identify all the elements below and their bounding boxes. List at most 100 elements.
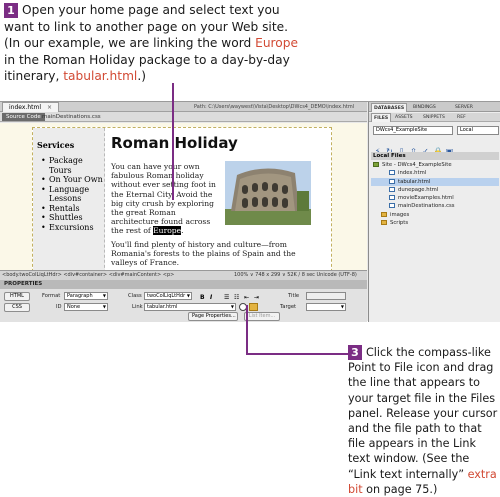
format-label: Format bbox=[42, 293, 61, 299]
file-name: Site - DWcs4_ExampleSite bbox=[382, 162, 452, 168]
file-name: tabular.html bbox=[398, 178, 431, 185]
tab-snippets[interactable]: SNIPPETS bbox=[421, 113, 447, 122]
title-input[interactable] bbox=[306, 292, 346, 300]
callout-highlight-file: tabular.html bbox=[63, 69, 138, 83]
tab-index-html[interactable]: index.html × bbox=[2, 102, 60, 112]
callout-3-connector bbox=[246, 305, 248, 355]
list-item-label: List Item... bbox=[248, 313, 276, 319]
files-tab-group: FILES ASSETS SNIPPETS REF bbox=[369, 113, 500, 122]
browse-folder-icon[interactable] bbox=[249, 303, 258, 311]
callout-step-3: 3 Click the compass-like Point to File ic… bbox=[348, 345, 500, 497]
callout-1-connector bbox=[172, 83, 174, 200]
html-label: HTML bbox=[10, 293, 24, 299]
class-label: Class bbox=[128, 293, 142, 299]
file-tree-item[interactable]: mainDestinations.css bbox=[371, 202, 499, 210]
list-item: Language Lessons bbox=[41, 185, 103, 204]
intro-paragraph[interactable]: You can have your own fabulous Roman hol… bbox=[111, 162, 221, 236]
document-path: Path: C:\Users\waywest\Vista\Desktop\DWc… bbox=[194, 103, 354, 111]
file-icon bbox=[389, 178, 395, 184]
file-tree-item[interactable]: images bbox=[371, 211, 499, 219]
file-icon bbox=[389, 203, 395, 209]
tag-selector[interactable]: <body.twoColLiqLtHdr> <div#container> <d… bbox=[2, 271, 174, 280]
ordered-list-icon[interactable]: ☷ bbox=[234, 294, 239, 301]
css-label: CSS bbox=[12, 304, 22, 310]
status-bar: <body.twoColLiqLtHdr> <div#container> <d… bbox=[0, 270, 367, 280]
file-tree-item[interactable]: Site - DWcs4_ExampleSite bbox=[371, 161, 499, 169]
file-tree-item[interactable]: movieExamples.html bbox=[371, 194, 499, 202]
file-tree-item[interactable]: tabular.html bbox=[371, 177, 499, 186]
callout-text: on page 75.) bbox=[362, 482, 438, 496]
properties-header[interactable]: PROPERTIES bbox=[0, 280, 367, 289]
bold-button[interactable]: B bbox=[200, 294, 205, 301]
status-info: 100% ∨ 748 x 299 ∨ 52K / 8 sec Unicode (… bbox=[234, 272, 357, 278]
colosseum-photo bbox=[225, 161, 311, 225]
tab-assets[interactable]: ASSETS bbox=[393, 113, 415, 122]
file-icon bbox=[389, 186, 395, 192]
callout-text: Click the compass-like Point to File ico… bbox=[348, 346, 498, 481]
callout-step-1: 1 Open your home page and select text you… bbox=[4, 2, 304, 85]
callout-text: Open your home page and select text you … bbox=[4, 3, 288, 50]
page-properties-label: Page Properties... bbox=[192, 313, 236, 319]
tab-bindings[interactable]: BINDINGS bbox=[411, 103, 438, 112]
file-name: dunepage.html bbox=[398, 186, 439, 193]
design-view[interactable]: Services Package Tours On Your Own Langu… bbox=[0, 123, 367, 270]
italic-button[interactable]: I bbox=[210, 294, 212, 301]
file-tree-item[interactable]: Scripts bbox=[371, 219, 499, 227]
page-properties-button[interactable]: Page Properties... bbox=[188, 312, 238, 321]
file-tree-item[interactable]: index.html bbox=[371, 169, 499, 177]
selected-text[interactable]: Europe bbox=[153, 226, 182, 236]
close-icon[interactable]: × bbox=[47, 104, 52, 111]
callout-text: .) bbox=[137, 69, 146, 83]
format-value: Paragraph bbox=[67, 293, 93, 299]
link-value: tabular.html bbox=[147, 304, 178, 310]
second-paragraph: You'll find plenty of history and cultur… bbox=[111, 240, 296, 268]
step-number-badge: 1 bbox=[4, 3, 18, 18]
link-input[interactable]: tabular.html ▼ bbox=[144, 303, 236, 311]
callout-3-connector-h bbox=[246, 353, 350, 355]
class-value: twoColLiqLtHdr bbox=[147, 293, 186, 299]
callout-highlight-word: Europe bbox=[255, 36, 298, 50]
view-select[interactable]: Local bbox=[457, 126, 499, 135]
tab-server[interactable]: SERVER bbox=[453, 103, 475, 112]
site-value: DWcs4_ExampleSite bbox=[376, 127, 428, 133]
source-code-button[interactable]: Source Code bbox=[2, 113, 45, 121]
target-select[interactable]: ▼ bbox=[306, 303, 346, 311]
tab-label: index.html bbox=[9, 104, 41, 111]
page-title: Roman Holiday bbox=[111, 134, 238, 152]
indent-icon[interactable]: ⇥ bbox=[254, 294, 259, 301]
chevron-down-icon: ▼ bbox=[340, 304, 344, 309]
document-editor: index.html × Path: C:\Users\waywest\Vista… bbox=[0, 102, 367, 280]
file-tree-item[interactable]: dunepage.html bbox=[371, 186, 499, 194]
view-value: Local bbox=[460, 127, 473, 133]
outdent-icon[interactable]: ⇤ bbox=[244, 294, 249, 301]
link-label: Link bbox=[132, 304, 143, 310]
panel-tab-group: DATABASES BINDINGS SERVER bbox=[369, 102, 500, 112]
files-panel: DATABASES BINDINGS SERVER FILES ASSETS S… bbox=[368, 102, 500, 322]
site-icon bbox=[373, 162, 379, 167]
class-select[interactable]: twoColLiqLtHdr ▼ bbox=[144, 292, 192, 300]
title-label: Title bbox=[288, 293, 300, 299]
photo-image bbox=[225, 161, 311, 225]
folder-icon bbox=[381, 211, 387, 217]
list-item: Package Tours bbox=[41, 156, 103, 175]
list-item: Shuttles bbox=[41, 213, 103, 223]
css-button[interactable]: CSS bbox=[4, 303, 30, 312]
paragraph-text: You can have your own fabulous Roman hol… bbox=[111, 162, 216, 236]
path-value: C:\Users\waywest\Vista\Desktop\DWcs4_DEM… bbox=[208, 104, 355, 110]
chevron-down-icon: ▼ bbox=[230, 304, 234, 309]
list-item-button[interactable]: List Item... bbox=[244, 312, 280, 321]
unordered-list-icon[interactable]: ☰ bbox=[224, 294, 229, 301]
tab-files[interactable]: FILES bbox=[371, 113, 392, 122]
format-select[interactable]: Paragraph ▼ bbox=[64, 292, 108, 300]
callout-text: in the Roman Holiday package to a day-by… bbox=[4, 52, 290, 84]
tab-databases[interactable]: DATABASES bbox=[371, 103, 408, 112]
related-file-css[interactable]: mainDestinations.css bbox=[42, 113, 101, 121]
page-container: Services Package Tours On Your Own Langu… bbox=[32, 127, 332, 270]
files-toolbar: ⚡↻⇩⇧✓🔒▣ bbox=[373, 139, 457, 156]
file-icon bbox=[389, 170, 395, 176]
id-select[interactable]: None ▼ bbox=[64, 303, 108, 311]
services-list: Package Tours On Your Own Language Lesso… bbox=[41, 156, 103, 232]
html-button[interactable]: HTML bbox=[4, 292, 30, 301]
tab-reference[interactable]: REF bbox=[455, 113, 468, 122]
site-select[interactable]: DWcs4_ExampleSite bbox=[373, 126, 453, 135]
